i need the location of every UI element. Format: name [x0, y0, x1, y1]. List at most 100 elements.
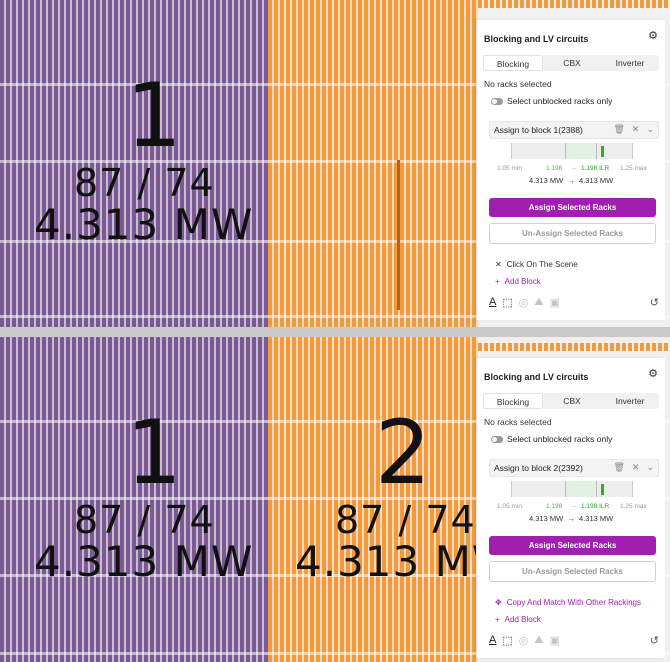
chevron-down-icon[interactable]: ⌄	[646, 462, 654, 473]
panel-tabs: Blocking CBX Inverter	[483, 393, 659, 409]
assign-block-label: Assign to block 1(2388)	[494, 125, 583, 135]
ilr-current: 1.198	[546, 503, 563, 510]
panel-toolbar: A ⬚ ◎ ⛰ ▣ ↺	[489, 294, 659, 310]
rack-strip	[478, 0, 670, 8]
ilr-min: 1.05 min	[497, 165, 522, 172]
terrain-icon[interactable]: ⛰	[534, 296, 543, 309]
panel-title: Blocking and LV circuits	[484, 372, 589, 382]
terrain-icon[interactable]: ⛰	[534, 634, 543, 647]
image-icon[interactable]: ▣	[550, 634, 560, 647]
tab-inverter[interactable]: Inverter	[601, 55, 659, 71]
mw-after: 4.313 MW	[579, 176, 614, 185]
action-link-label: Click On The Scene	[506, 260, 578, 269]
add-block-label: Add Block	[504, 615, 541, 624]
circle-tool-icon[interactable]: ◎	[519, 634, 529, 647]
ilr-track	[511, 143, 633, 159]
tab-cbx[interactable]: CBX	[543, 55, 601, 71]
mw-summary: 4.313 MW → 4.313 MW	[529, 176, 613, 185]
close-icon[interactable]: ✕	[632, 124, 640, 135]
mw-after: 4.313 MW	[579, 514, 614, 523]
assign-selected-racks-button[interactable]: Assign Selected Racks	[489, 198, 656, 217]
select-box-icon[interactable]: ⬚	[502, 634, 512, 647]
add-block-button[interactable]: + Add Block	[495, 277, 541, 286]
ilr-min: 1.05 min	[497, 503, 522, 510]
toggle-label: Select unblocked racks only	[507, 96, 613, 106]
tab-blocking[interactable]: Blocking	[483, 55, 543, 71]
block-unassigned-racks[interactable]	[268, 0, 478, 327]
ilr-marker	[601, 484, 605, 495]
add-block-label: Add Block	[504, 277, 541, 286]
close-icon: ✕	[495, 260, 502, 269]
trash-icon[interactable]: 🗑	[613, 124, 624, 135]
history-icon[interactable]: ↺	[650, 296, 659, 309]
ilr-scale: 1.05 min 1.198 → 1.198 ILR 1.25 max	[477, 503, 665, 513]
chevron-down-icon[interactable]: ⌄	[646, 124, 654, 135]
ilr-tick	[564, 481, 566, 497]
unassign-selected-racks-button[interactable]: Un-Assign Selected Racks	[489, 561, 656, 582]
image-icon[interactable]: ▣	[550, 296, 560, 309]
ilr-tick	[564, 143, 566, 159]
toggle-switch[interactable]	[491, 97, 503, 105]
toggle-switch[interactable]	[491, 435, 503, 443]
add-block-button[interactable]: + Add Block	[495, 615, 541, 624]
mw-before: 4.313 MW	[529, 514, 564, 523]
assign-selected-racks-button[interactable]: Assign Selected Racks	[489, 536, 656, 555]
panel-title: Blocking and LV circuits	[484, 34, 589, 44]
assign-block-select[interactable]: Assign to block 2(2392) 🗑 ✕ ⌄	[489, 459, 659, 477]
trash-icon[interactable]: 🗑	[613, 462, 624, 473]
gear-icon[interactable]: ⚙	[647, 30, 659, 42]
click-on-scene-link[interactable]: ✕ Click On The Scene	[495, 260, 578, 269]
plus-icon: +	[495, 277, 500, 286]
selection-status: No racks selected	[484, 79, 552, 89]
close-icon[interactable]: ✕	[632, 462, 640, 473]
tab-blocking[interactable]: Blocking	[483, 393, 543, 409]
ilr-slider	[511, 143, 633, 159]
text-tool-icon[interactable]: A	[489, 634, 496, 646]
ilr-tick	[596, 143, 598, 159]
arrow-icon: →	[567, 514, 575, 523]
block-counts: 87 / 74	[335, 498, 476, 542]
block-number: 2	[375, 401, 431, 504]
ilr-marker	[601, 146, 605, 157]
unblocked-toggle-row[interactable]: Select unblocked racks only	[491, 434, 612, 444]
copy-and-match-link[interactable]: ✥ Copy And Match With Other Rackings	[495, 598, 641, 607]
selection-status: No racks selected	[484, 417, 552, 427]
select-box-icon[interactable]: ⬚	[502, 296, 512, 309]
block-number: 1	[126, 64, 182, 167]
toggle-label: Select unblocked racks only	[507, 434, 613, 444]
blocking-panel: Blocking and LV circuits ⚙ Blocking CBX …	[476, 20, 665, 320]
panel-toolbar: A ⬚ ◎ ⛰ ▣ ↺	[489, 632, 659, 648]
arrow-icon: →	[567, 176, 575, 185]
ilr-target: 1.198 ILR	[581, 165, 610, 172]
gear-icon[interactable]: ⚙	[647, 368, 659, 380]
arrow-icon: →	[570, 165, 577, 172]
mw-before: 4.313 MW	[529, 176, 564, 185]
block-power: 4.313 MW	[34, 537, 254, 586]
block-counts: 87 / 74	[74, 161, 215, 205]
unblocked-toggle-row[interactable]: Select unblocked racks only	[491, 96, 612, 106]
block-power: 4.313 MW	[34, 200, 254, 249]
action-link-label: Copy And Match With Other Rackings	[506, 598, 641, 607]
tab-cbx[interactable]: CBX	[543, 393, 601, 409]
screenshot-divider	[0, 327, 670, 337]
ilr-tick	[596, 481, 598, 497]
arrow-icon: →	[570, 503, 577, 510]
mw-summary: 4.313 MW → 4.313 MW	[529, 514, 613, 523]
assign-block-label: Assign to block 2(2392)	[494, 463, 583, 473]
block-number: 1	[126, 401, 182, 504]
ilr-scale: 1.05 min 1.198 → 1.198 ILR 1.25 max	[477, 165, 665, 175]
assign-block-select[interactable]: Assign to block 1(2388) 🗑 ✕ ⌄	[489, 121, 659, 139]
blocking-panel: Blocking and LV circuits ⚙ Blocking CBX …	[476, 358, 665, 658]
unassign-selected-racks-button[interactable]: Un-Assign Selected Racks	[489, 223, 656, 244]
tab-inverter[interactable]: Inverter	[601, 393, 659, 409]
ilr-current: 1.198	[546, 165, 563, 172]
ilr-max: 1.25 max	[620, 503, 647, 510]
rack-strip	[478, 343, 670, 351]
cable-line	[397, 160, 400, 310]
circle-tool-icon[interactable]: ◎	[519, 296, 529, 309]
plus-icon: +	[495, 615, 500, 624]
ilr-track	[511, 481, 633, 497]
text-tool-icon[interactable]: A	[489, 296, 496, 308]
ilr-slider	[511, 481, 633, 497]
history-icon[interactable]: ↺	[650, 634, 659, 647]
